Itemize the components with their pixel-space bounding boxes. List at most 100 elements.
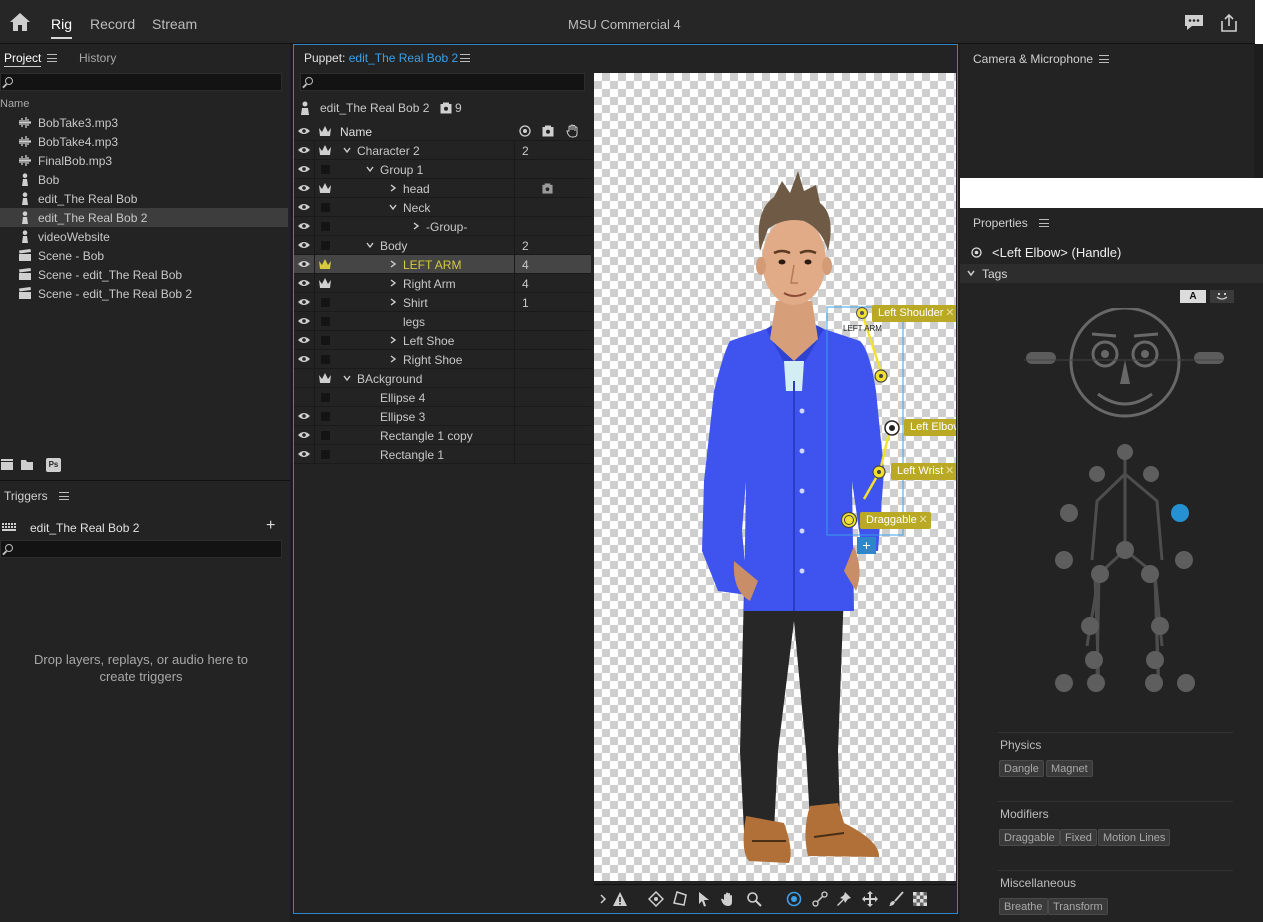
transparency-grid-icon[interactable] [912,891,928,907]
tag-toggle-box[interactable] [321,393,330,402]
chevron-down-icon[interactable] [388,202,398,212]
layer-row[interactable]: -Group- [294,217,591,236]
brush-tool-icon[interactable] [888,891,904,907]
eye-icon[interactable] [298,431,310,439]
eye-icon[interactable] [298,241,310,249]
tag-toggle-box[interactable] [321,450,330,459]
eye-icon[interactable] [298,412,310,420]
remove-tag-icon[interactable]: ✕ [919,513,928,526]
layer-row[interactable]: Ellipse 3 [294,407,591,426]
remove-tag-icon[interactable]: ✕ [945,464,954,477]
add-trigger-button[interactable]: + [266,517,275,535]
remove-tag-icon[interactable]: ✕ [945,306,954,319]
new-scene-icon[interactable] [0,458,14,471]
layer-row[interactable]: Rectangle 1 [294,445,591,464]
home-icon[interactable] [8,11,32,33]
eye-icon[interactable] [298,184,310,192]
hand-icon[interactable] [720,891,736,907]
layer-row[interactable]: BAckground [294,369,591,388]
tag-toggle-box[interactable] [321,298,330,307]
handle-draggable-icon[interactable] [840,511,858,529]
tag-toggle-box[interactable] [321,165,330,174]
chevron-right-icon[interactable] [388,278,398,288]
eye-icon[interactable] [298,317,310,325]
project-item[interactable]: videoWebsite [0,227,288,246]
eye-icon[interactable] [298,298,310,306]
tab-record[interactable]: Record [90,16,135,32]
handle-left-elbow[interactable]: Left Elbow✕ [904,419,956,436]
tag-toggle-box[interactable] [321,222,330,231]
mesh-icon[interactable] [672,891,688,907]
camera-menu-icon[interactable] [1099,55,1109,63]
dragger-tool-icon[interactable] [862,891,878,907]
project-item[interactable]: BobTake3.mp3 [0,113,288,132]
tag-fixed[interactable]: Fixed [1060,829,1097,846]
handle-left-wrist[interactable]: Left Wrist ✕ [891,463,956,480]
tag-magnet[interactable]: Magnet [1046,760,1093,777]
pen-icon[interactable] [648,891,664,907]
eye-icon[interactable] [298,260,310,268]
project-item[interactable]: edit_The Real Bob 2 [0,208,288,227]
zoom-icon[interactable] [746,891,762,907]
tag-toggle-box[interactable] [321,431,330,440]
handle-left-shoulder[interactable]: Left Shoulder ✕ [872,305,956,322]
tag-view-face-toggle[interactable] [1210,290,1234,303]
tag-dangle[interactable]: Dangle [999,760,1044,777]
tag-toggle-box[interactable] [321,336,330,345]
puppet-canvas[interactable]: LEFT ARM Left Shoulder✕ Left Elbow✕ Left… [594,73,956,881]
chevron-down-icon[interactable] [365,164,375,174]
crown-icon[interactable] [318,371,332,385]
warning-icon[interactable] [612,891,628,907]
chevron-right-icon[interactable] [388,354,398,364]
chevron-down-icon[interactable] [342,145,352,155]
tab-history[interactable]: History [79,51,116,65]
chevron-right-icon[interactable] [388,297,398,307]
project-item[interactable]: Scene - edit_The Real Bob [0,265,288,284]
project-item[interactable]: edit_The Real Bob [0,189,288,208]
layer-row[interactable]: Neck [294,198,591,217]
layer-row[interactable]: Left Shoe [294,331,591,350]
layer-row[interactable]: Rectangle 1 copy [294,426,591,445]
triggers-search[interactable] [0,540,282,558]
triggers-menu-icon[interactable] [59,492,69,500]
crown-icon[interactable] [318,257,332,271]
tag-toggle-box[interactable] [321,241,330,250]
column-header-name[interactable]: Name [340,125,372,139]
puppet-search-input[interactable] [317,74,582,90]
chevron-down-icon[interactable] [365,240,375,250]
layer-row[interactable]: Right Arm 4 [294,274,591,293]
layer-row[interactable]: Right Shoe [294,350,591,369]
layer-row[interactable]: head [294,179,591,198]
project-item[interactable]: Scene - Bob [0,246,288,265]
puppet-search[interactable] [300,73,585,91]
eye-icon[interactable] [298,165,310,173]
tag-toggle-box[interactable] [321,412,330,421]
eye-icon[interactable] [298,222,310,230]
eye-icon[interactable] [298,146,310,154]
tag-toggle-box[interactable] [321,317,330,326]
tag-breathe[interactable]: Breathe [999,898,1048,915]
tag-transform[interactable]: Transform [1048,898,1108,915]
project-item[interactable]: FinalBob.mp3 [0,151,288,170]
pin-tool-icon[interactable] [836,891,852,907]
layer-row[interactable]: Ellipse 4 [294,388,591,407]
layer-row[interactable]: Shirt 1 [294,293,591,312]
puppet-name[interactable]: edit_The Real Bob 2 [349,51,458,65]
layer-row[interactable]: Character 2 2 [294,141,591,160]
share-icon[interactable] [1219,13,1239,33]
project-search[interactable] [0,73,282,91]
eye-icon[interactable] [298,279,310,287]
tag-draggable[interactable]: Draggable [999,829,1060,846]
tag-view-text-toggle[interactable]: A [1180,290,1206,303]
handle-left-elbow-icon[interactable] [883,419,901,437]
layer-row[interactable]: LEFT ARM 4 [294,255,591,274]
chevron-right-icon[interactable] [411,221,421,231]
layer-row[interactable]: legs [294,312,591,331]
project-item[interactable]: Bob [0,170,288,189]
photoshop-icon[interactable]: Ps [46,458,61,472]
handle-tool-icon[interactable] [786,891,802,907]
feedback-icon[interactable] [1184,14,1204,32]
project-item[interactable]: BobTake4.mp3 [0,132,288,151]
project-item[interactable]: Scene - edit_The Real Bob 2 [0,284,288,303]
crown-icon[interactable] [318,181,332,195]
